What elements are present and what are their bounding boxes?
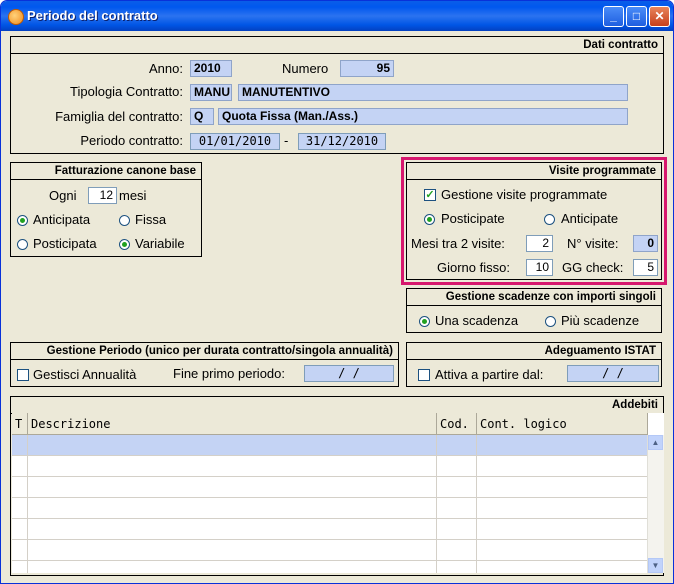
visite-header: Visite programmate [407, 163, 661, 180]
minimize-button[interactable]: _ [603, 6, 624, 27]
table-row[interactable] [12, 519, 648, 540]
gestione-visite-checkbox[interactable]: ✓ [424, 189, 436, 201]
column-divider [436, 435, 437, 573]
famiglia-label: Famiglia del contratto: [55, 109, 183, 124]
annualita-checkbox[interactable] [17, 369, 29, 381]
table-row[interactable] [12, 498, 648, 519]
addebiti-header: Addebiti [11, 397, 663, 414]
scroll-up-icon[interactable]: ▲ [648, 435, 663, 450]
fine-periodo-field[interactable]: / / [304, 365, 394, 382]
anno-label: Anno: [149, 61, 183, 76]
piu-scadenze-label[interactable]: Più scadenze [561, 313, 639, 328]
gestione-periodo-header: Gestione Periodo (unico per durata contr… [11, 343, 398, 360]
posticipata-label[interactable]: Posticipata [33, 236, 97, 251]
ogni-input[interactable]: 12 [88, 187, 117, 204]
column-divider [27, 435, 28, 573]
istat-label[interactable]: Attiva a partire dal: [435, 367, 543, 382]
posticipata-radio[interactable] [17, 239, 28, 250]
window: Periodo del contratto _ □ ✕ Dati contrat… [0, 0, 674, 584]
gestione-periodo-panel: Gestione Periodo (unico per durata contr… [10, 342, 399, 387]
tipologia-desc-field[interactable]: MANUTENTIVO [238, 84, 628, 101]
istat-header: Adeguamento ISTAT [407, 343, 661, 360]
una-scadenza-radio[interactable] [419, 316, 430, 327]
giorno-fisso-label: Giorno fisso: [437, 260, 510, 275]
numero-label: Numero [282, 61, 329, 76]
periodo-da-field[interactable]: 01/01/2010 [190, 133, 280, 150]
dati-contratto-header: Dati contratto [11, 37, 663, 54]
scadenze-panel: Gestione scadenze con importi singoli Un… [406, 288, 662, 333]
close-button[interactable]: ✕ [649, 6, 670, 27]
fissa-radio[interactable] [119, 215, 130, 226]
col-header-cont-logico[interactable]: Cont. logico [477, 413, 648, 435]
fatturazione-header: Fatturazione canone base [11, 163, 201, 180]
anticipata-label[interactable]: Anticipata [33, 212, 90, 227]
anticipate-radio[interactable] [544, 214, 555, 225]
piu-scadenze-radio[interactable] [545, 316, 556, 327]
title-bar[interactable]: Periodo del contratto _ □ ✕ [1, 1, 673, 31]
tipologia-label: Tipologia Contratto: [70, 84, 183, 99]
anticipate-label[interactable]: Anticipate [561, 211, 618, 226]
fissa-label[interactable]: Fissa [135, 212, 166, 227]
col-header-cod[interactable]: Cod. [437, 413, 477, 435]
istat-checkbox[interactable] [418, 369, 430, 381]
variabile-radio[interactable] [119, 239, 130, 250]
column-divider [476, 435, 477, 573]
mesi-label: mesi [119, 188, 147, 203]
scadenze-header: Gestione scadenze con importi singoli [407, 289, 661, 306]
posticipate-label[interactable]: Posticipate [441, 211, 505, 226]
col-header-descrizione[interactable]: Descrizione [28, 413, 437, 435]
gestione-visite-label[interactable]: Gestione visite programmate [441, 187, 607, 202]
gg-check-input[interactable]: 5 [633, 259, 658, 276]
ogni-label: Ogni [49, 188, 77, 203]
table-row[interactable] [12, 477, 648, 498]
maximize-button[interactable]: □ [626, 6, 647, 27]
fine-periodo-label: Fine primo periodo: [173, 366, 285, 381]
dati-contratto-panel: Dati contratto Anno: 2010 Numero 95 Tipo… [10, 36, 664, 154]
mesi-visite-input[interactable]: 2 [526, 235, 553, 252]
window-title: Periodo del contratto [27, 8, 158, 23]
vertical-scrollbar[interactable]: ▲ ▼ [647, 435, 664, 573]
table-row[interactable] [12, 456, 648, 477]
periodo-label: Periodo contratto: [80, 133, 183, 148]
istat-panel: Adeguamento ISTAT Attiva a partire dal: … [406, 342, 662, 387]
mesi-visite-label: Mesi tra 2 visite: [411, 236, 505, 251]
anticipata-radio[interactable] [17, 215, 28, 226]
giorno-fisso-input[interactable]: 10 [526, 259, 553, 276]
nvisite-field[interactable]: 0 [633, 235, 658, 252]
fatturazione-panel: Fatturazione canone base Ogni 12 mesi An… [10, 162, 202, 257]
una-scadenza-label[interactable]: Una scadenza [435, 313, 518, 328]
anno-field[interactable]: 2010 [190, 60, 232, 77]
tipologia-code-field[interactable]: MANU [190, 84, 232, 101]
famiglia-code-field[interactable]: Q [190, 108, 214, 125]
addebiti-panel: Addebiti T Descrizione Cod. Cont. logico… [10, 396, 664, 576]
istat-date-field[interactable]: / / [567, 365, 659, 382]
client-area: Dati contratto Anno: 2010 Numero 95 Tipo… [5, 31, 669, 581]
famiglia-desc-field[interactable]: Quota Fissa (Man./Ass.) [218, 108, 628, 125]
nvisite-label: N° visite: [567, 236, 619, 251]
gg-check-label: GG check: [562, 260, 624, 275]
table-row-selected[interactable] [12, 435, 648, 456]
col-header-t[interactable]: T [12, 413, 28, 435]
posticipate-radio[interactable] [424, 214, 435, 225]
annualita-label[interactable]: Gestisci Annualità [33, 367, 136, 382]
app-icon [8, 9, 24, 25]
scroll-down-icon[interactable]: ▼ [648, 558, 663, 573]
addebiti-grid: T Descrizione Cod. Cont. logico ▲ ▼ [12, 413, 664, 573]
variabile-label[interactable]: Variabile [135, 236, 185, 251]
visite-panel: Visite programmate ✓ Gestione visite pro… [406, 162, 662, 280]
periodo-separator: - [284, 133, 289, 148]
table-row[interactable] [12, 540, 648, 561]
table-row[interactable] [12, 561, 648, 573]
periodo-a-field[interactable]: 31/12/2010 [298, 133, 386, 150]
numero-field[interactable]: 95 [340, 60, 394, 77]
